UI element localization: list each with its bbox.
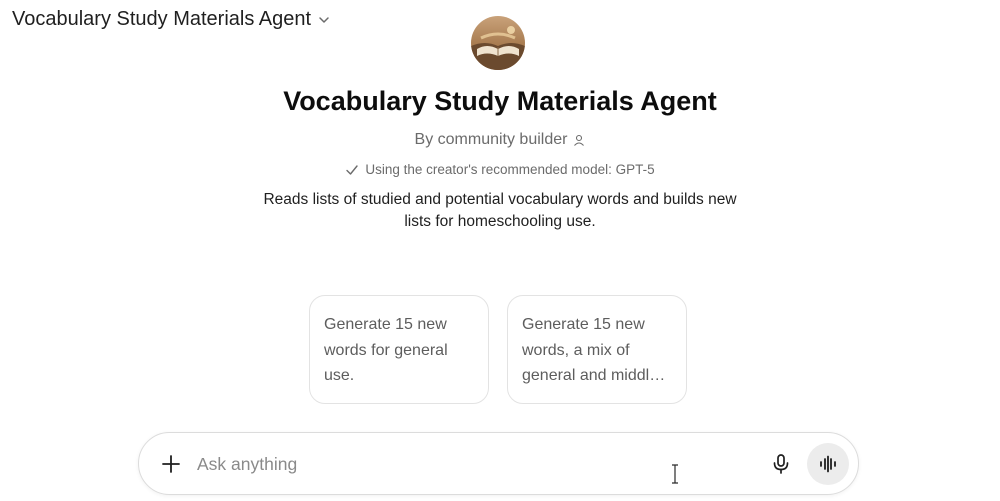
agent-selector-label: Vocabulary Study Materials Agent (12, 8, 312, 30)
text-cursor-icon (672, 464, 678, 484)
suggestion-card[interactable]: Generate 15 new words for general use. (309, 295, 489, 404)
model-note-text: Using the creator's recommended model: G… (365, 162, 655, 177)
agent-description: Reads lists of studied and potential voc… (263, 191, 737, 230)
suggestion-card[interactable]: Generate 15 new words, a mix of general … (507, 295, 687, 404)
agent-byline[interactable]: By community builder (0, 131, 1000, 149)
voice-mode-button[interactable] (807, 443, 849, 485)
agent-selector[interactable]: Vocabulary Study Materials Agent (12, 8, 331, 31)
byline-text: By community builder (414, 131, 568, 148)
agent-avatar (471, 16, 525, 70)
plus-icon[interactable] (159, 452, 183, 476)
microphone-icon[interactable] (769, 452, 793, 476)
page: Vocabulary Study Materials Agent Vocabul… (0, 0, 1000, 501)
suggestion-list: Generate 15 new words for general use. G… (309, 295, 687, 404)
suggestion-text: Generate 15 new words, a mix of general … (522, 316, 666, 384)
agent-title: Vocabulary Study Materials Agent (283, 86, 717, 116)
suggestion-text: Generate 15 new words for general use. (324, 316, 448, 384)
voice-mode-icon (820, 455, 836, 473)
model-note: Using the creator's recommended model: G… (0, 162, 1000, 177)
checkmark-icon (346, 164, 359, 175)
chevron-down-icon (319, 16, 329, 23)
composer (138, 432, 859, 495)
person-icon (574, 134, 585, 146)
